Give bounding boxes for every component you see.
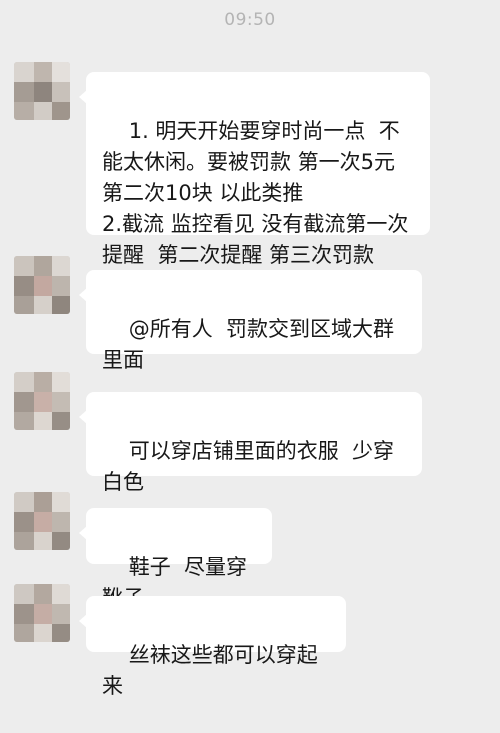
message-text: @所有人 罚款交到区域大群里面	[102, 317, 395, 372]
avatar-pixelated[interactable]	[14, 62, 70, 120]
message-bubble[interactable]: @所有人 罚款交到区域大群里面	[79, 270, 422, 372]
timestamp: 09:50	[224, 10, 276, 30]
avatar-pixelated[interactable]	[14, 584, 70, 642]
avatar-pixelated[interactable]	[14, 256, 70, 314]
avatar-pixelated[interactable]	[14, 372, 70, 430]
avatar-pixelated[interactable]	[14, 492, 70, 550]
message-bubble[interactable]: 丝袜这些都可以穿起来	[79, 596, 346, 698]
message-text: 1. 明天开始要穿时尚一点 不能太休闲。要被罚款 第一次5元 第二次10块 以此…	[102, 119, 409, 267]
message-bubble[interactable]: 可以穿店铺里面的衣服 少穿白色	[79, 392, 422, 494]
message-bubble[interactable]: 1. 明天开始要穿时尚一点 不能太休闲。要被罚款 第一次5元 第二次10块 以此…	[79, 72, 430, 267]
message-text: 丝袜这些都可以穿起来	[102, 643, 318, 698]
message-text: 可以穿店铺里面的衣服 少穿白色	[102, 439, 395, 494]
message-bubble[interactable]: 鞋子 尽量穿靴子	[79, 508, 272, 610]
